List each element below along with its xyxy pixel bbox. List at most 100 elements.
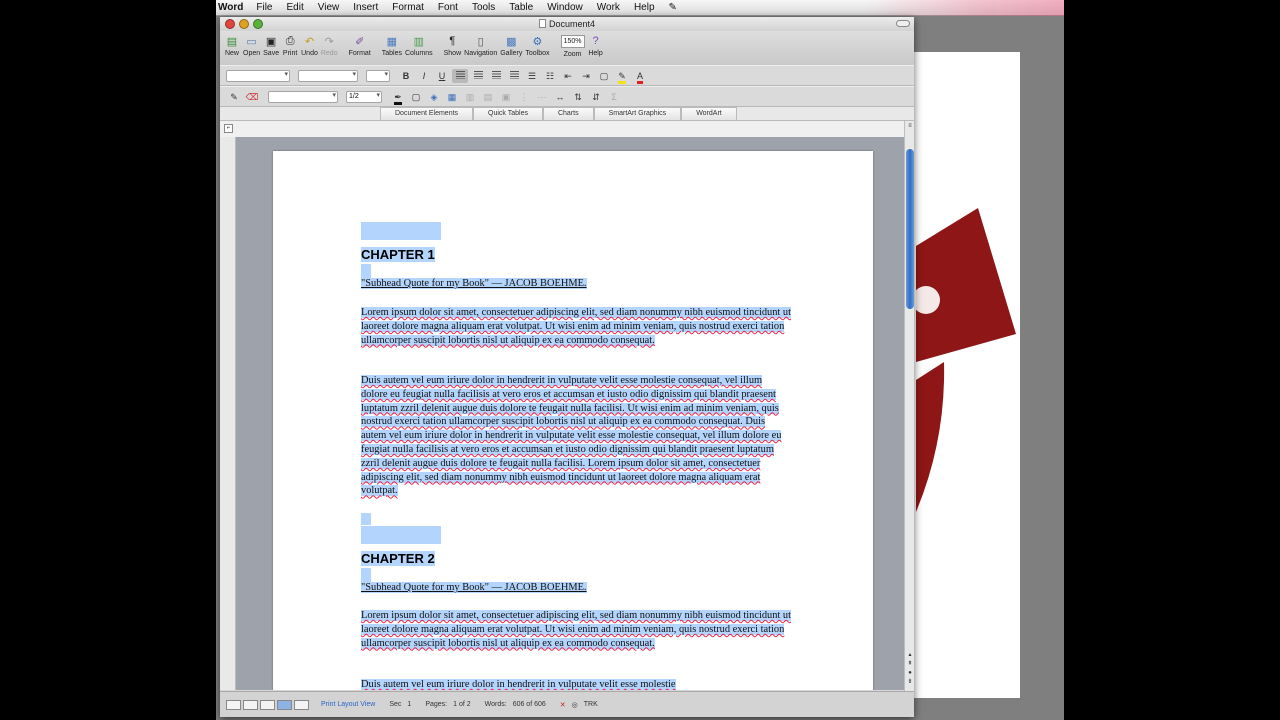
style-select[interactable] bbox=[226, 69, 290, 82]
elements-gallery-ribbon: Document Elements Quick Tables Charts Sm… bbox=[220, 107, 914, 121]
tab-quick-tables[interactable]: Quick Tables bbox=[473, 107, 543, 120]
merge-cells-button[interactable]: ▥ bbox=[462, 90, 478, 104]
print-button[interactable]: ⎙ Print bbox=[282, 33, 298, 58]
italic-button[interactable]: I bbox=[416, 69, 432, 83]
align-cells-button[interactable]: ▣ bbox=[498, 90, 514, 104]
bold-button[interactable]: B bbox=[398, 69, 414, 83]
open-button[interactable]: ▭ Open bbox=[243, 33, 260, 58]
tab-smartart-graphics[interactable]: SmartArt Graphics bbox=[593, 107, 682, 120]
bulleted-list-button[interactable]: ☷ bbox=[542, 69, 558, 83]
gallery-icon: ▩ bbox=[506, 35, 517, 48]
menu-font[interactable]: Font bbox=[431, 2, 465, 13]
tables-button[interactable]: ▦ Tables bbox=[382, 33, 402, 58]
split-handle-icon[interactable]: ≡ bbox=[906, 122, 914, 130]
vertical-scrollbar[interactable]: ≡ ▴ ⇞ ● ⇟ bbox=[904, 121, 914, 691]
menu-edit[interactable]: Edit bbox=[280, 2, 311, 13]
tab-document-elements[interactable]: Document Elements bbox=[380, 107, 474, 120]
publishing-view-button[interactable] bbox=[260, 699, 275, 710]
format-button[interactable]: ✐ Format bbox=[349, 33, 371, 58]
toolbox-button[interactable]: ⚙ Toolbox bbox=[525, 33, 549, 58]
save-button[interactable]: ▣ Save bbox=[263, 33, 279, 58]
highlight-button[interactable]: ✎ bbox=[614, 69, 630, 84]
align-right-button[interactable] bbox=[488, 69, 504, 83]
draw-table-button[interactable]: ✎ bbox=[226, 90, 242, 104]
autosum-button[interactable]: Σ bbox=[606, 90, 622, 104]
track-changes-icon[interactable]: ◎ bbox=[572, 701, 578, 709]
outline-view-button[interactable] bbox=[243, 699, 258, 710]
insert-table-button[interactable]: ▦ bbox=[444, 90, 460, 104]
scrollbar-thumb[interactable] bbox=[906, 149, 914, 309]
align-left-button[interactable] bbox=[452, 68, 468, 83]
font-select[interactable] bbox=[298, 69, 358, 82]
align-center-button[interactable] bbox=[470, 69, 486, 83]
menu-file[interactable]: File bbox=[249, 2, 279, 13]
toolbar-toggle-button[interactable] bbox=[896, 20, 910, 27]
tab-stop-selector[interactable]: ⌐ bbox=[224, 124, 233, 133]
menu-work[interactable]: Work bbox=[590, 2, 627, 13]
document-canvas[interactable]: CHAPTER 1 "Subhead Quote for my Book" — … bbox=[236, 137, 906, 690]
new-document-icon: ▤ bbox=[226, 35, 238, 48]
columns-icon: ▥ bbox=[413, 35, 425, 48]
app-menu[interactable]: Word bbox=[216, 2, 249, 13]
vertical-ruler[interactable] bbox=[220, 137, 236, 690]
autofit-button[interactable]: ↔ bbox=[552, 90, 568, 104]
line-weight-select[interactable]: 1/2 bbox=[346, 90, 382, 103]
scroll-up-icon[interactable]: ▴ bbox=[906, 651, 914, 659]
pen-color-icon: ✒ bbox=[394, 91, 402, 105]
track-changes-label[interactable]: TRK bbox=[584, 701, 598, 708]
navigation-button[interactable]: ▯ Navigation bbox=[464, 33, 497, 58]
browse-object-icon[interactable]: ● bbox=[906, 669, 914, 677]
font-size-select[interactable] bbox=[366, 69, 390, 82]
document-page[interactable]: CHAPTER 1 "Subhead Quote for my Book" — … bbox=[273, 151, 873, 690]
previous-page-icon[interactable]: ⇞ bbox=[906, 660, 914, 668]
increase-indent-button[interactable]: ⇥ bbox=[578, 69, 594, 83]
gallery-button[interactable]: ▩ Gallery bbox=[500, 33, 522, 58]
border-type-button[interactable]: ▢ bbox=[408, 90, 424, 104]
horizontal-ruler[interactable]: ⌐ bbox=[220, 121, 914, 137]
menu-help[interactable]: Help bbox=[627, 2, 662, 13]
help-button[interactable]: ? Help bbox=[588, 33, 604, 57]
distribute-rows-button[interactable]: ⋮ bbox=[516, 90, 532, 104]
print-layout-view-button[interactable] bbox=[277, 699, 292, 710]
draft-view-button[interactable] bbox=[226, 699, 241, 710]
menu-tools[interactable]: Tools bbox=[465, 2, 502, 13]
shading-button[interactable]: ◈ bbox=[426, 90, 442, 104]
spelling-status-icon[interactable]: ✕ bbox=[560, 701, 566, 709]
tab-wordart[interactable]: WordArt bbox=[681, 107, 737, 120]
border-color-button[interactable]: ✒ bbox=[390, 90, 406, 105]
menu-view[interactable]: View bbox=[311, 2, 347, 13]
menu-insert[interactable]: Insert bbox=[346, 2, 385, 13]
undo-button[interactable]: ↶ Undo bbox=[301, 33, 318, 58]
close-button[interactable] bbox=[225, 19, 235, 29]
zoom-control[interactable]: 150% Zoom bbox=[560, 33, 585, 58]
menu-format[interactable]: Format bbox=[385, 2, 431, 13]
eraser-button[interactable]: ⌫ bbox=[244, 90, 260, 104]
menu-window[interactable]: Window bbox=[540, 2, 590, 13]
redo-button[interactable]: ↷ Redo bbox=[321, 33, 338, 58]
line-style-select[interactable] bbox=[268, 90, 338, 103]
decrease-indent-button[interactable]: ⇤ bbox=[560, 69, 576, 83]
show-button[interactable]: ¶ Show bbox=[444, 33, 462, 57]
tab-charts[interactable]: Charts bbox=[542, 107, 594, 120]
menu-table[interactable]: Table bbox=[502, 2, 540, 13]
borders-icon: ▢ bbox=[599, 70, 609, 81]
font-color-button[interactable]: A bbox=[632, 69, 648, 84]
borders-button[interactable]: ▢ bbox=[596, 69, 612, 83]
new-button[interactable]: ▤ New bbox=[224, 33, 240, 58]
numbered-list-button[interactable]: ☰ bbox=[524, 69, 540, 83]
zoom-button[interactable] bbox=[253, 19, 263, 29]
minimize-button[interactable] bbox=[239, 19, 249, 29]
distribute-columns-button[interactable]: ⋯ bbox=[534, 90, 550, 104]
next-page-icon[interactable]: ⇟ bbox=[906, 678, 914, 686]
words-value[interactable]: 606 of 606 bbox=[513, 701, 546, 708]
sort-ascending-button[interactable]: ⇅ bbox=[570, 90, 586, 104]
justify-button[interactable] bbox=[506, 69, 522, 83]
underline-button[interactable]: U bbox=[434, 69, 450, 83]
script-menu-icon[interactable]: ✎ bbox=[662, 2, 684, 13]
sort-descending-button[interactable]: ⇵ bbox=[588, 90, 604, 104]
title-bar[interactable]: Document4 bbox=[220, 17, 914, 31]
zoom-value-field[interactable]: 150% bbox=[560, 35, 585, 48]
columns-button[interactable]: ▥ Columns bbox=[405, 33, 433, 58]
split-cells-button[interactable]: ▤ bbox=[480, 90, 496, 104]
notebook-view-button[interactable] bbox=[294, 699, 309, 710]
